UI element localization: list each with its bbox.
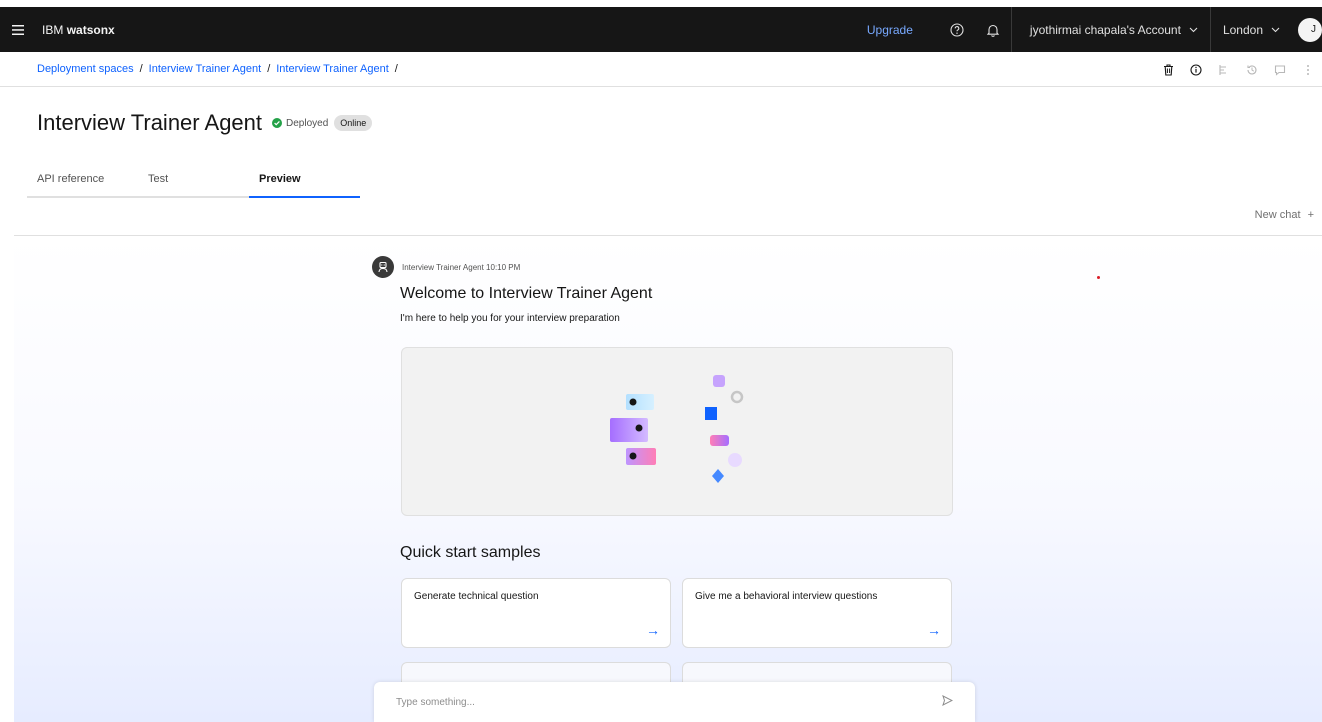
tree-view-icon — [1219, 64, 1226, 75]
breadcrumb: Deployment spaces / Interview Trainer Ag… — [37, 63, 398, 75]
chat-icon — [1274, 64, 1286, 76]
top-nav-bar: IBM watsonx Upgrade jyothirmai chapala's… — [0, 7, 1322, 52]
quick-start-card-label: Give me a behavioral interview questions — [695, 591, 878, 602]
tab-preview[interactable]: Preview — [249, 164, 360, 198]
checkmark-filled-icon — [272, 118, 283, 128]
online-badge: Online — [334, 115, 373, 131]
quick-start-card-label: Generate technical question — [414, 591, 539, 602]
bot-icon — [378, 261, 388, 273]
breadcrumb-deployment-spaces[interactable]: Deployment spaces — [37, 63, 134, 75]
new-chat-label: New chat — [1254, 209, 1301, 221]
trash-icon — [1163, 63, 1173, 76]
upgrade-link[interactable]: Upgrade — [867, 23, 913, 37]
structure-button[interactable] — [1210, 64, 1238, 76]
plus-icon: + — [1307, 209, 1314, 221]
cursor-marker — [1097, 276, 1100, 279]
breadcrumb-deployment[interactable]: Interview Trainer Agent — [276, 63, 389, 75]
breadcrumb-separator: / — [139, 63, 143, 75]
overflow-menu-icon — [1307, 64, 1309, 75]
tab-test[interactable]: Test — [138, 164, 249, 198]
account-name: jyothirmai chapala's Account — [1029, 22, 1181, 37]
new-chat-button[interactable]: New chat + — [1255, 209, 1314, 221]
chevron-down-icon — [1271, 27, 1280, 32]
history-icon — [1247, 64, 1257, 74]
welcome-subtitle: I'm here to help you for your interview … — [400, 313, 620, 324]
deployment-status: Deployed — [272, 118, 328, 129]
account-switcher[interactable]: jyothirmai chapala's Account — [1010, 7, 1210, 52]
region-name: London — [1222, 22, 1263, 37]
page-header: Interview Trainer Agent Deployed Online — [37, 110, 373, 136]
breadcrumb-separator: / — [267, 63, 271, 75]
tab-list: API reference Test Preview — [27, 164, 360, 198]
welcome-heading: Welcome to Interview Trainer Agent — [400, 285, 653, 302]
top-nav-actions: Upgrade jyothirmai chapala's Account Lon… — [867, 7, 1322, 52]
tab-api-reference[interactable]: API reference — [27, 164, 138, 198]
chat-input[interactable] — [396, 696, 942, 708]
status-text: Deployed — [286, 117, 329, 129]
breadcrumb-separator: / — [394, 63, 398, 75]
send-button[interactable] — [942, 695, 954, 709]
comments-button[interactable] — [1266, 64, 1294, 76]
chat-illustration — [610, 375, 744, 483]
message-meta: Interview Trainer Agent 10:10 PM — [402, 262, 521, 272]
notifications-button[interactable] — [975, 7, 1011, 52]
brand-prefix: IBM — [42, 22, 64, 37]
send-icon — [942, 695, 954, 706]
chevron-down-icon — [1189, 27, 1198, 32]
quick-start-card[interactable]: Generate technical question → — [401, 578, 671, 648]
brand-name: watsonx — [66, 22, 115, 37]
product-brand[interactable]: IBM watsonx — [42, 23, 115, 37]
breadcrumb-space[interactable]: Interview Trainer Agent — [149, 63, 262, 75]
deployment-toolbar — [1154, 52, 1322, 87]
region-switcher[interactable]: London — [1209, 7, 1292, 52]
help-button[interactable] — [939, 7, 975, 52]
history-button[interactable] — [1238, 64, 1266, 76]
hamburger-menu-button[interactable] — [0, 7, 36, 52]
welcome-illustration — [401, 347, 953, 516]
user-avatar[interactable]: J — [1298, 17, 1322, 42]
window-top-strip — [0, 0, 1322, 7]
arrow-right-icon: → — [927, 622, 941, 638]
chat-input-bar — [374, 682, 975, 722]
info-icon — [1190, 63, 1202, 76]
arrow-right-icon: → — [646, 622, 660, 638]
agent-avatar — [372, 256, 394, 278]
more-options-button[interactable] — [1294, 64, 1322, 76]
quick-start-card[interactable]: Give me a behavioral interview questions… — [682, 578, 952, 648]
quick-start-title: Quick start samples — [400, 544, 541, 561]
page-title: Interview Trainer Agent — [37, 110, 263, 135]
message-header: Interview Trainer Agent 10:10 PM — [372, 256, 520, 278]
menu-icon — [12, 24, 24, 35]
breadcrumb-bar: Deployment spaces / Interview Trainer Ag… — [0, 52, 1322, 87]
help-icon — [950, 22, 964, 37]
delete-button[interactable] — [1154, 63, 1182, 76]
bell-icon — [986, 24, 1000, 37]
info-button[interactable] — [1182, 63, 1210, 76]
